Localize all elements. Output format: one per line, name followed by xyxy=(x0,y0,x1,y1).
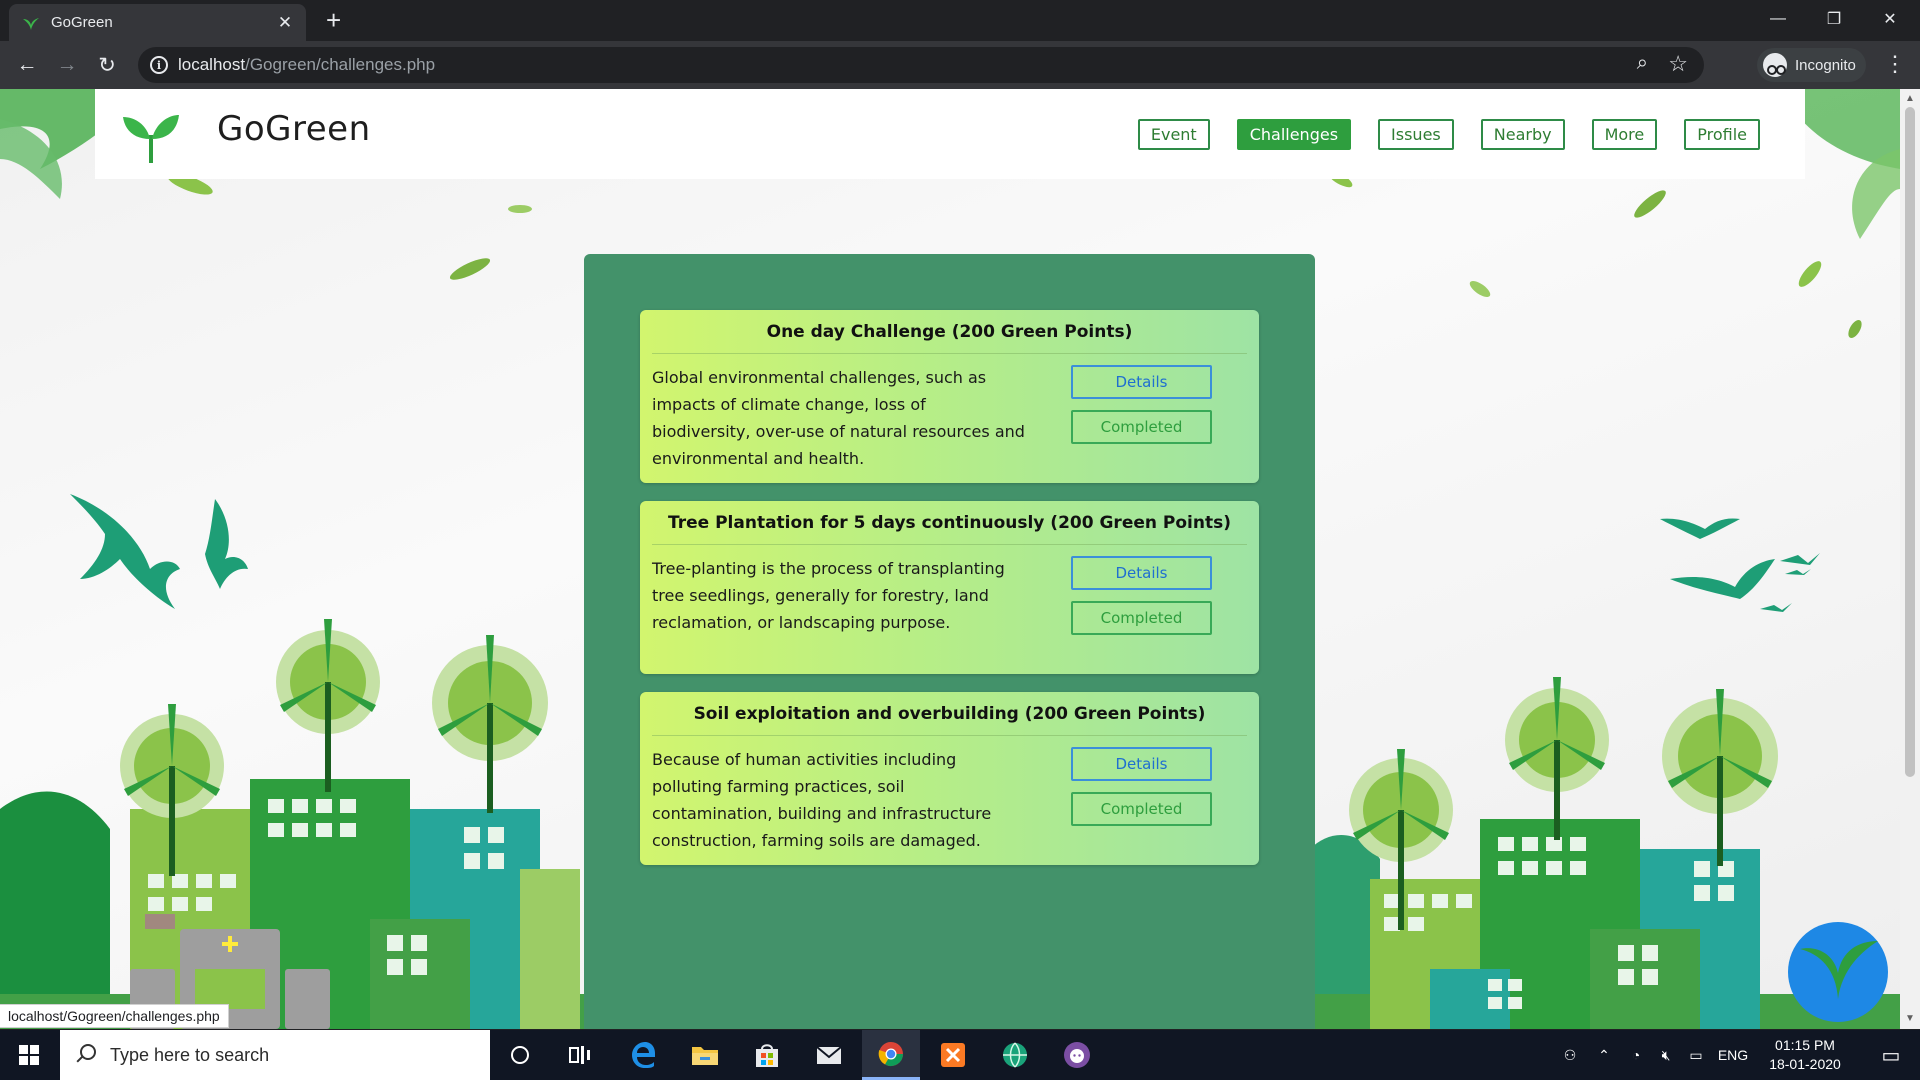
windows-taskbar: Type here to search ⚇ ⌃ ◔ 🔇︎ ▭ ENG 01:15… xyxy=(0,1030,1920,1080)
notifications-icon[interactable]: ▭ xyxy=(1862,1030,1920,1080)
bookmark-star-icon[interactable]: ☆ xyxy=(1668,51,1688,77)
browser-toolbar: ← → ↻ i localhost/Gogreen/challenges.php… xyxy=(0,41,1920,89)
system-tray: ⚇ ⌃ ◔ 🔇︎ ▭ ENG xyxy=(1553,1030,1755,1080)
site-header: GoGreen Event Challenges Issues Nearby M… xyxy=(95,89,1805,179)
challenge-header: Soil exploitation and overbuilding (200 … xyxy=(652,692,1247,736)
main-nav: Event Challenges Issues Nearby More Prof… xyxy=(1111,119,1760,150)
link-status-bubble: localhost/Gogreen/challenges.php xyxy=(0,1004,229,1028)
challenge-description: Because of human activities including po… xyxy=(652,750,992,850)
scrollbar-thumb[interactable] xyxy=(1905,107,1915,777)
challenge-header: Tree Plantation for 5 days continuously … xyxy=(652,501,1247,545)
app-globe-icon[interactable] xyxy=(986,1030,1044,1080)
cortana-icon[interactable] xyxy=(491,1030,549,1080)
show-hidden-icons-icon[interactable]: ⌃ xyxy=(1587,1047,1621,1064)
incognito-label: Incognito xyxy=(1795,56,1856,74)
address-bar[interactable]: i localhost/Gogreen/challenges.php ⌕ ☆ xyxy=(138,47,1704,83)
search-icon xyxy=(74,1044,96,1066)
wifi-icon[interactable]: ◔ xyxy=(1621,1047,1651,1063)
language-indicator[interactable]: ENG xyxy=(1711,1047,1755,1063)
xampp-icon[interactable] xyxy=(924,1030,982,1080)
challenges-panel: One day Challenge (200 Green Points) Glo… xyxy=(584,254,1315,1029)
details-button[interactable]: Details xyxy=(1071,556,1212,590)
sprout-logo-icon[interactable] xyxy=(121,105,181,165)
task-view-icon[interactable] xyxy=(551,1030,609,1080)
challenge-description: Global environmental challenges, such as… xyxy=(652,368,1025,468)
completed-button[interactable]: Completed xyxy=(1071,601,1212,635)
chrome-icon[interactable] xyxy=(862,1030,920,1080)
page-scrollbar[interactable]: ▲ ▼ xyxy=(1900,89,1920,1029)
challenge-card: Tree Plantation for 5 days continuously … xyxy=(640,501,1259,674)
tab-title: GoGreen xyxy=(51,14,113,31)
microsoft-store-icon[interactable] xyxy=(738,1030,796,1080)
scroll-up-icon[interactable]: ▲ xyxy=(1905,93,1915,104)
nav-event[interactable]: Event xyxy=(1137,119,1210,150)
nav-profile[interactable]: Profile xyxy=(1684,119,1760,150)
nav-more[interactable]: More xyxy=(1591,119,1658,150)
start-button[interactable] xyxy=(0,1030,58,1080)
site-info-icon[interactable]: i xyxy=(150,56,168,74)
github-desktop-icon[interactable] xyxy=(1048,1030,1106,1080)
challenge-card: One day Challenge (200 Green Points) Glo… xyxy=(640,310,1259,483)
close-tab-icon[interactable]: ✕ xyxy=(276,13,294,33)
address-url[interactable]: localhost/Gogreen/challenges.php xyxy=(178,55,435,75)
challenge-title: One day Challenge (200 Green Points) xyxy=(766,322,1133,342)
details-button[interactable]: Details xyxy=(1071,365,1212,399)
incognito-icon xyxy=(1763,53,1787,77)
people-icon[interactable]: ⚇ xyxy=(1553,1047,1587,1064)
restore-icon[interactable]: ❐ xyxy=(1806,0,1862,38)
challenge-title: Soil exploitation and overbuilding (200 … xyxy=(693,704,1206,724)
incognito-badge[interactable]: Incognito xyxy=(1757,48,1866,82)
browser-menu-icon[interactable]: ⋮ xyxy=(1884,51,1906,77)
battery-icon[interactable]: ▭ xyxy=(1681,1047,1711,1064)
nav-issues[interactable]: Issues xyxy=(1378,119,1454,150)
clock-time: 01:15 PM xyxy=(1775,1037,1835,1053)
browser-tabstrip: GoGreen ✕ + — ❐ ✕ xyxy=(0,0,1920,41)
completed-button[interactable]: Completed xyxy=(1071,792,1212,826)
forward-icon[interactable]: → xyxy=(52,51,82,79)
nav-nearby[interactable]: Nearby xyxy=(1480,119,1565,150)
reload-icon[interactable]: ↻ xyxy=(92,51,122,79)
challenge-header: One day Challenge (200 Green Points) xyxy=(652,310,1247,354)
challenge-description: Tree-planting is the process of transpla… xyxy=(652,559,1005,632)
edge-browser-icon[interactable] xyxy=(614,1030,672,1080)
taskbar-clock[interactable]: 01:15 PM 18-01-2020 xyxy=(1760,1036,1850,1074)
close-window-icon[interactable]: ✕ xyxy=(1862,0,1918,38)
url-host: localhost xyxy=(178,55,246,74)
challenge-title: Tree Plantation for 5 days continuously … xyxy=(668,513,1231,533)
file-explorer-icon[interactable] xyxy=(676,1030,734,1080)
mail-icon[interactable] xyxy=(800,1030,858,1080)
taskbar-search[interactable]: Type here to search xyxy=(60,1030,490,1080)
clock-date: 18-01-2020 xyxy=(1769,1056,1841,1072)
completed-button[interactable]: Completed xyxy=(1071,410,1212,444)
page-viewport: GoGreen Event Challenges Issues Nearby M… xyxy=(0,89,1900,1029)
back-icon[interactable]: ← xyxy=(12,51,42,79)
browser-tab[interactable]: GoGreen ✕ xyxy=(9,4,306,41)
minimize-icon[interactable]: — xyxy=(1750,0,1806,38)
new-tab-icon[interactable]: + xyxy=(326,7,341,33)
brand-name[interactable]: GoGreen xyxy=(217,109,371,149)
zoom-icon[interactable]: ⌕ xyxy=(1637,52,1648,75)
details-button[interactable]: Details xyxy=(1071,747,1212,781)
url-path: /Gogreen/challenges.php xyxy=(245,55,436,74)
leaf-favicon-icon xyxy=(23,17,39,30)
nav-challenges[interactable]: Challenges xyxy=(1236,119,1352,150)
search-placeholder: Type here to search xyxy=(110,1044,270,1065)
volume-muted-icon[interactable]: 🔇︎ xyxy=(1651,1047,1681,1064)
challenge-card: Soil exploitation and overbuilding (200 … xyxy=(640,692,1259,865)
scroll-down-icon[interactable]: ▼ xyxy=(1905,1013,1915,1024)
windows-logo-icon xyxy=(19,1045,39,1065)
